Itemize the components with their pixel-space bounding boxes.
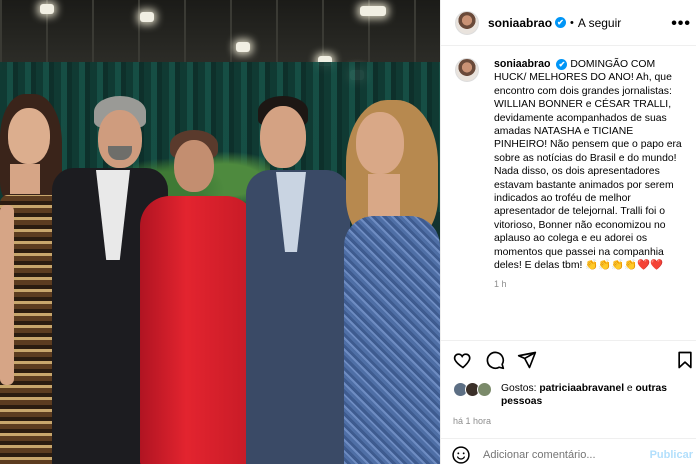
post-caption: soniaabrao ✔ DOMINGÃO COM HUCK/ MELHORES… [455, 58, 691, 326]
studio-lamp [40, 4, 54, 14]
more-options-icon[interactable]: ••• [671, 15, 691, 33]
separator-dot: • [570, 16, 574, 29]
likes-prefix: Gostos: [501, 383, 540, 394]
studio-lamp [236, 42, 250, 52]
caption-timestamp[interactable]: 1 h [494, 278, 688, 291]
comment-input[interactable] [483, 449, 633, 461]
caption-avatar[interactable] [455, 58, 479, 82]
caption-body: DOMINGÃO COM HUCK/ MELHORES DO ANO! Ah, … [494, 59, 682, 272]
publish-button[interactable]: Publicar [650, 449, 693, 461]
verified-badge-icon: ✔ [555, 17, 567, 28]
share-icon[interactable] [517, 350, 537, 370]
post-header: soniaabrao ✔ • A seguir ••• [441, 0, 696, 46]
bookmark-icon[interactable] [675, 350, 695, 370]
caption-text-block: soniaabrao ✔ DOMINGÃO COM HUCK/ MELHORES… [494, 58, 688, 326]
studio-lamp [360, 6, 386, 16]
comment-bar: Publicar [451, 446, 696, 464]
post-photo[interactable] [0, 0, 440, 464]
post-side-panel: soniaabrao ✔ • A seguir ••• soniaabrao ✔… [440, 0, 696, 464]
liker-avatar[interactable] [477, 382, 492, 397]
action-bar [451, 350, 696, 374]
username-link[interactable]: soniaabrao [488, 16, 552, 30]
likes-text: Gostos: patriciaabravanel e outras pesso… [501, 382, 693, 408]
avatar[interactable] [455, 10, 479, 35]
likes-connector: e [624, 383, 636, 394]
caption-username-link[interactable]: soniaabrao [494, 58, 551, 70]
emoji-icon[interactable] [451, 445, 471, 464]
likes-summary: Gostos: patriciaabravanel e outras pesso… [453, 382, 693, 408]
studio-lamp [140, 12, 154, 22]
liker-avatars [453, 382, 495, 398]
following-button[interactable]: A seguir [578, 16, 621, 30]
verified-badge-icon: ✔ [556, 59, 568, 70]
divider [441, 438, 696, 439]
liker-username-link[interactable]: patriciaabravanel [539, 383, 624, 394]
heart-icon[interactable] [453, 350, 473, 370]
divider [441, 340, 696, 341]
comment-icon[interactable] [485, 350, 505, 370]
post-timestamp[interactable]: há 1 hora [453, 416, 491, 426]
